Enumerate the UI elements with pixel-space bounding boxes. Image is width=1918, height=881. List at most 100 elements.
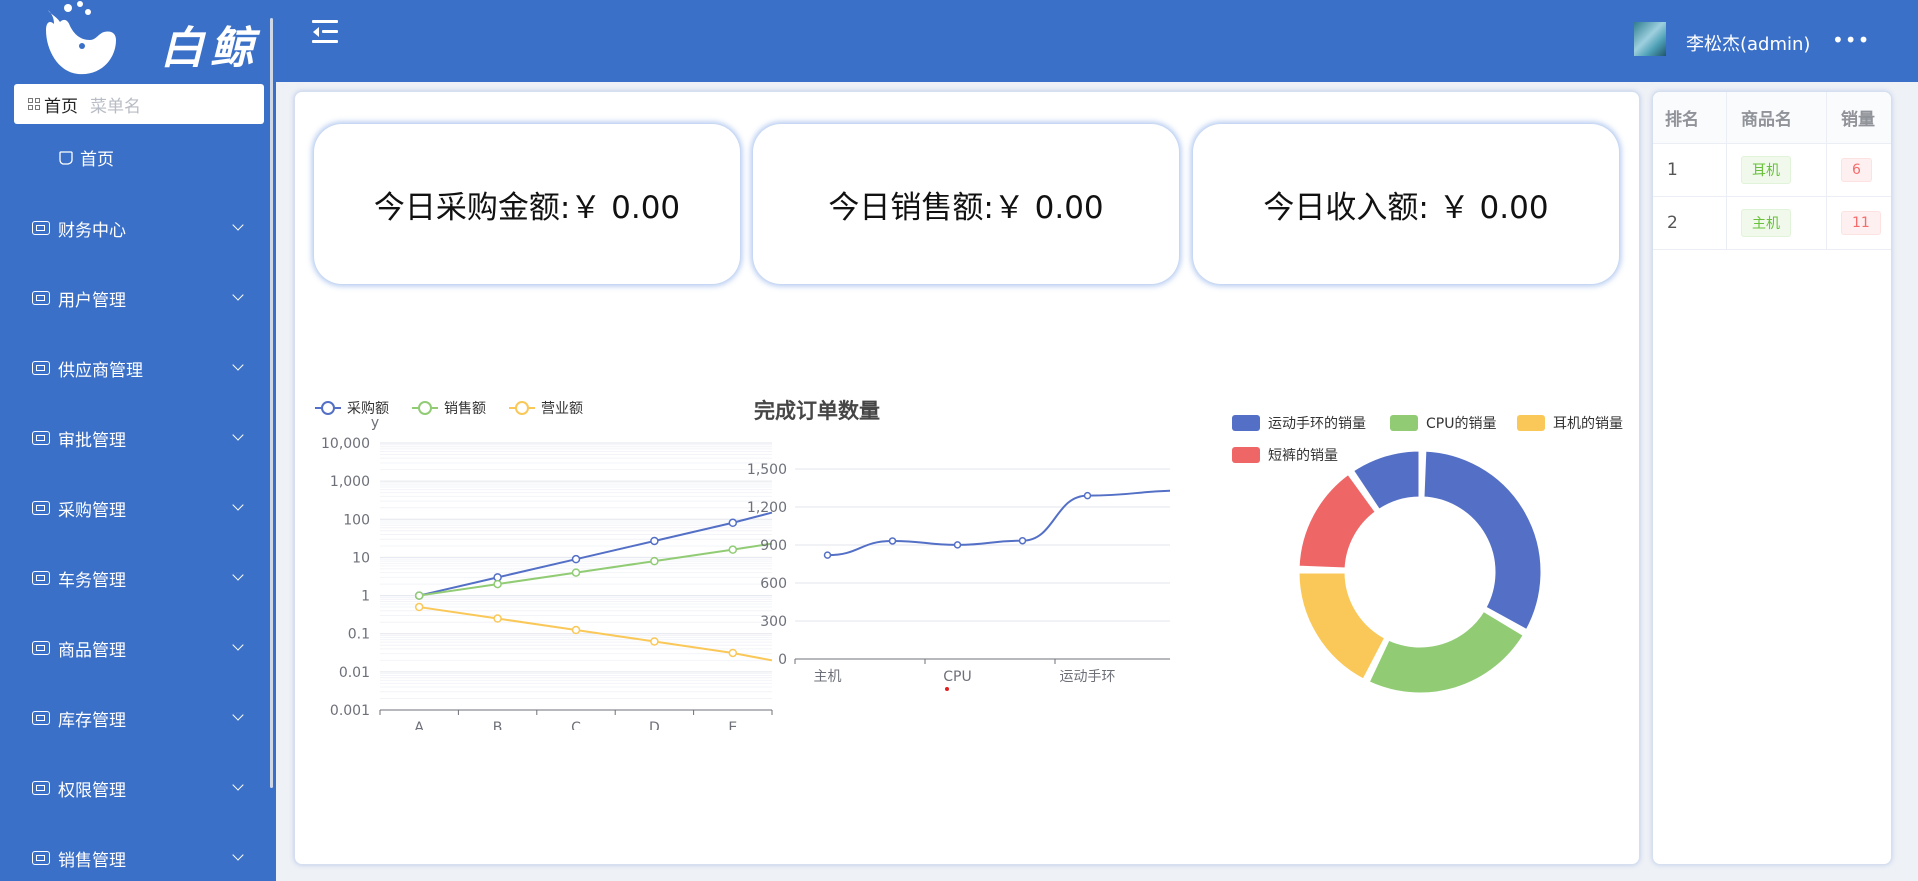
chevron-down-icon <box>232 429 244 441</box>
sidebar-item-label: 采购管理 <box>58 500 126 521</box>
whale-logo-icon <box>46 1 116 75</box>
data-point <box>493 573 502 582</box>
y-tick-label: 10 <box>352 550 370 566</box>
sidebar-item-label: 销售管理 <box>58 850 126 871</box>
data-point <box>571 568 581 577</box>
data-point <box>414 602 424 612</box>
sidebar-item-users[interactable]: 用户管理 <box>32 283 244 313</box>
sidebar-item-products[interactable]: 商品管理 <box>32 633 244 663</box>
y-tick-label: 100 <box>343 512 370 528</box>
sidebar-item-label: 财务中心 <box>58 220 126 241</box>
menu-icon <box>32 221 50 235</box>
sidebar-item-sales[interactable]: 销售管理 <box>32 843 244 873</box>
more-icon[interactable]: ••• <box>1832 28 1870 52</box>
series-line <box>419 542 773 597</box>
data-point <box>728 545 738 554</box>
data-point <box>728 518 738 528</box>
data-point <box>1083 491 1092 500</box>
chevron-down-icon <box>232 569 244 581</box>
legend-label: CPU的销量 <box>1426 416 1496 432</box>
sidebar-item-label: 供应商管理 <box>58 360 143 381</box>
sidebar-item-purchase[interactable]: 采购管理 <box>32 493 244 523</box>
x-tick-label: CPU <box>943 669 971 685</box>
logo: 白鲸 <box>40 0 270 78</box>
sidebar-item-label: 库存管理 <box>58 710 126 731</box>
column-header[interactable]: 销量 <box>1827 92 1891 143</box>
product-tag: 耳机 <box>1741 156 1791 184</box>
sidebar-item-vehicles[interactable]: 车务管理 <box>32 563 244 593</box>
rank-cell: 2 <box>1653 197 1727 249</box>
ranking-card: 排名 商品名 销量 1 耳机 6 2 主机 11 <box>1652 91 1892 865</box>
chevron-down-icon <box>232 359 244 371</box>
sidebar-item-inventory[interactable]: 库存管理 <box>32 703 244 733</box>
chevron-down-icon <box>232 709 244 721</box>
data-point <box>888 537 897 545</box>
username[interactable]: 李松杰(admin) <box>1686 30 1810 56</box>
sidebar-item-suppliers[interactable]: 供应商管理 <box>32 353 244 383</box>
chevron-down-icon <box>232 499 244 511</box>
column-header[interactable]: 商品名 <box>1727 92 1827 143</box>
menu-icon <box>32 571 50 585</box>
menu-search-input[interactable]: 菜单名 <box>90 92 141 117</box>
menu-collapse-icon[interactable] <box>312 20 340 44</box>
sidebar-item-home[interactable]: 首页 <box>58 145 114 170</box>
legend-label: 耳机的销量 <box>1553 416 1623 432</box>
legend-swatch <box>1232 447 1260 463</box>
chevron-down-icon <box>232 219 244 231</box>
data-point <box>650 536 659 546</box>
y-tick-label: 10,000 <box>321 436 370 452</box>
data-point <box>728 648 738 658</box>
avatar[interactable] <box>1634 22 1666 56</box>
top-header: 李松杰(admin) ••• <box>276 0 1918 82</box>
table-row[interactable]: 2 主机 11 <box>1653 197 1891 250</box>
data-point <box>414 591 424 600</box>
y-tick-label: 0.01 <box>339 665 370 681</box>
legend-label: 销售额 <box>444 401 486 417</box>
sales-cell: 6 <box>1827 144 1891 196</box>
sidebar-item-approval[interactable]: 审批管理 <box>32 423 244 453</box>
data-point <box>493 614 502 623</box>
legend-label: 短裤的销量 <box>1268 448 1338 464</box>
x-tick-label: C <box>571 720 581 730</box>
product-cell: 耳机 <box>1727 144 1827 196</box>
donut-slice <box>1366 608 1526 696</box>
y-tick-label: 1,000 <box>330 474 370 490</box>
x-tick-label: A <box>414 720 424 730</box>
log-line-chart: 0.001 0.01 0.1 1 10 100 1,000 10,000y A B C D E 采购额 销售… <box>315 401 773 730</box>
chevron-down-icon <box>232 849 244 861</box>
chevron-down-icon <box>232 289 244 301</box>
x-tick-label: D <box>649 720 660 730</box>
logo-text: 白鲸 <box>160 23 260 74</box>
sales-donut-chart: 运动手环的销量 CPU的销量 耳机的销量短裤的销量 <box>1232 415 1623 696</box>
menu-search[interactable]: 首页 菜单名 <box>14 84 264 124</box>
sidebar-item-label: 商品管理 <box>58 640 126 661</box>
table-row[interactable]: 1 耳机 6 <box>1653 144 1891 197</box>
donut-slice <box>1296 570 1388 682</box>
data-point <box>1018 536 1027 545</box>
sidebar-item-finance[interactable]: 财务中心 <box>32 213 244 243</box>
menu-icon <box>32 431 50 445</box>
sidebar-scrollbar[interactable] <box>270 18 273 788</box>
breadcrumb[interactable]: 首页 <box>44 92 78 117</box>
sales-tag: 6 <box>1841 158 1872 182</box>
data-point <box>650 556 659 566</box>
legend-marker <box>515 401 529 415</box>
x-tick-label: E <box>728 720 737 730</box>
sidebar-item-label: 车务管理 <box>58 570 126 591</box>
sidebar-item-permissions[interactable]: 权限管理 <box>32 773 244 803</box>
menu-icon <box>32 851 50 865</box>
chevron-down-icon <box>232 639 244 651</box>
y-tick-label: 300 <box>760 614 787 630</box>
y-tick-label: 0.001 <box>330 703 370 719</box>
chart-title: 完成订单数量 <box>754 399 880 423</box>
column-header[interactable]: 排名 <box>1653 92 1727 143</box>
menu-icon <box>32 501 50 515</box>
stat-purchase-amount: 今日采购金额:￥ 0.00 <box>314 124 740 284</box>
stat-sales-amount: 今日销售额:￥ 0.00 <box>753 124 1179 284</box>
chevron-down-icon <box>232 779 244 791</box>
grid-icon <box>28 98 40 110</box>
data-point <box>823 551 832 559</box>
y-tick-label: 1,200 <box>747 500 787 516</box>
menu-icon <box>32 781 50 795</box>
donut-slice <box>1421 448 1544 633</box>
